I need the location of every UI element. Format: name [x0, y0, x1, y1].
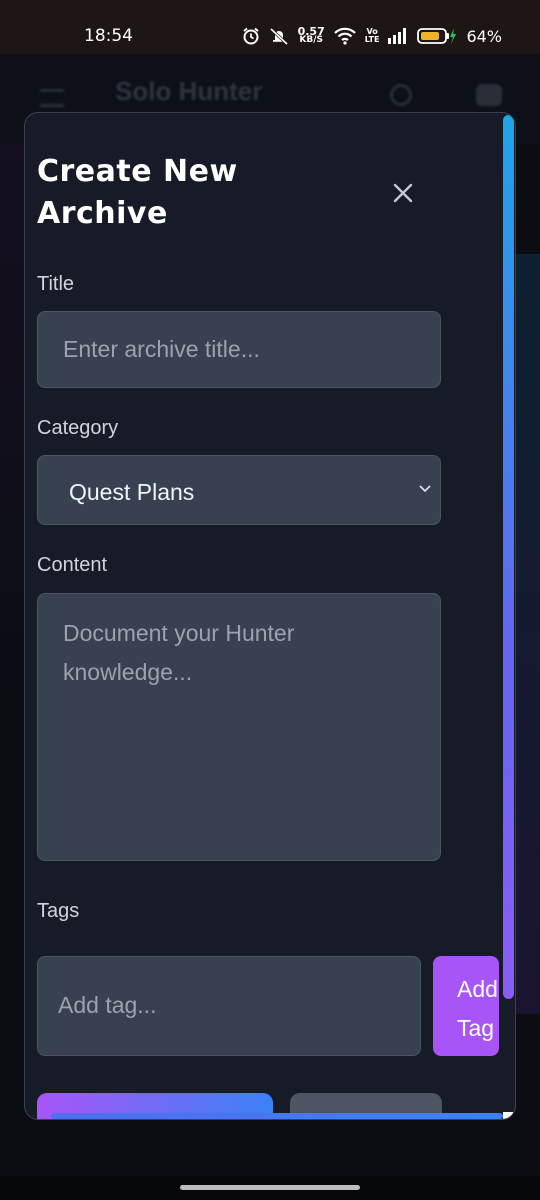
content-textarea[interactable]: Document your Hunter knowledge... — [37, 593, 441, 861]
menu-icon — [40, 89, 64, 107]
background-glow-left — [0, 144, 24, 704]
volte-indicator: Vo LTE — [364, 27, 380, 44]
modal-title: Create New Archive — [37, 154, 238, 231]
content-placeholder: Document your Hunter knowledge... — [63, 620, 295, 685]
battery-icon — [417, 28, 457, 44]
tags-label: Tags — [37, 900, 80, 922]
home-indicator[interactable] — [180, 1185, 360, 1190]
signal-icon — [388, 28, 407, 44]
alarm-icon — [242, 27, 259, 45]
status-icons: 0.57 KB/S Vo LTE 64% — [242, 24, 502, 48]
mute-bell-icon — [269, 27, 288, 45]
wifi-icon — [333, 27, 356, 45]
search-icon — [390, 84, 412, 106]
title-input[interactable]: Enter archive title... — [37, 311, 441, 388]
category-select[interactable]: Quest Plans — [37, 455, 441, 525]
category-label: Category — [37, 417, 119, 439]
network-speed: 0.57 KB/S — [297, 25, 325, 45]
vertical-scrollbar[interactable] — [503, 115, 514, 999]
battery-percent: 64% — [466, 26, 502, 46]
create-archive-modal: Create New Archive Title Enter archive t… — [24, 112, 516, 1120]
close-icon — [393, 183, 413, 203]
add-tag-button[interactable]: Add Tag — [433, 956, 499, 1056]
content-label: Content — [37, 554, 108, 576]
status-time: 18:54 — [84, 26, 133, 46]
category-selected-value: Quest Plans — [69, 479, 195, 505]
chevron-down-icon — [419, 485, 431, 493]
tag-input[interactable]: Add tag... — [37, 956, 421, 1056]
close-button[interactable] — [385, 175, 421, 211]
background-glow-right — [514, 254, 540, 1014]
tag-placeholder: Add tag... — [58, 992, 157, 1018]
background-title: Solo Hunter — [115, 76, 263, 106]
status-bar: 18:54 0.57 KB/S Vo LTE 64% — [0, 0, 540, 54]
horizontal-scrollbar[interactable] — [51, 1113, 503, 1119]
horizontal-scrollbar-end — [503, 1112, 513, 1119]
profile-icon — [476, 84, 502, 106]
title-placeholder: Enter archive title... — [63, 336, 260, 362]
title-label: Title — [37, 273, 75, 295]
